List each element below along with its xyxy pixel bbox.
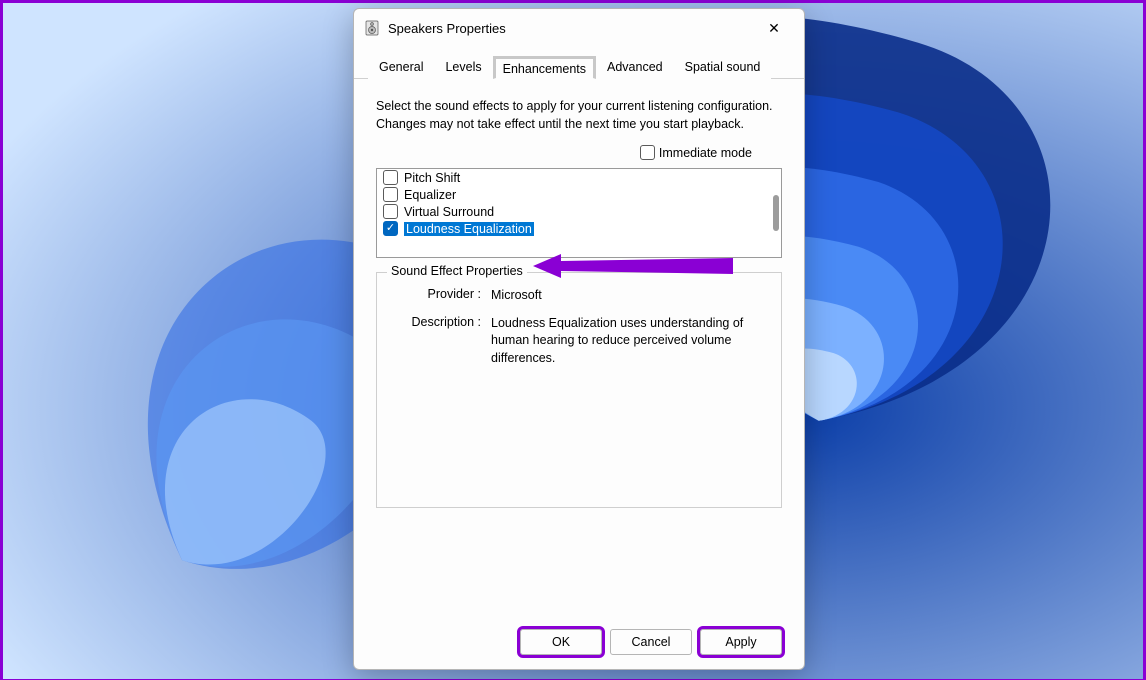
tab-advanced[interactable]: Advanced <box>596 53 674 79</box>
effect-label: Loudness Equalization <box>404 222 534 236</box>
speakers-properties-dialog: Speakers Properties ✕ General Levels Enh… <box>353 8 805 670</box>
effect-label: Virtual Surround <box>404 205 494 219</box>
description-value: Loudness Equalization uses understanding… <box>491 315 767 368</box>
immediate-mode-row: Immediate mode <box>376 145 752 160</box>
provider-value: Microsoft <box>491 287 767 305</box>
scrollbar-thumb[interactable] <box>773 195 779 231</box>
speaker-icon <box>364 20 380 36</box>
tab-levels[interactable]: Levels <box>434 53 492 79</box>
effect-checkbox[interactable] <box>383 221 398 236</box>
window-title: Speakers Properties <box>388 21 746 36</box>
effect-item-virtual-surround[interactable]: Virtual Surround <box>377 203 781 220</box>
tabs-row: General Levels Enhancements Advanced Spa… <box>354 47 804 79</box>
enhancements-description: Select the sound effects to apply for yo… <box>376 97 782 133</box>
immediate-mode-label: Immediate mode <box>659 146 752 160</box>
effects-listbox[interactable]: Pitch Shift Equalizer Virtual Surround L… <box>376 168 782 258</box>
effect-label: Equalizer <box>404 188 456 202</box>
sound-effect-properties-fieldset: Sound Effect Properties Provider : Micro… <box>376 272 782 508</box>
effect-label: Pitch Shift <box>404 171 460 185</box>
close-icon: ✕ <box>768 21 780 35</box>
ok-button[interactable]: OK <box>520 629 602 655</box>
immediate-mode-checkbox[interactable] <box>640 145 655 160</box>
titlebar: Speakers Properties ✕ <box>354 9 804 47</box>
provider-row: Provider : Microsoft <box>391 287 767 305</box>
tab-enhancements[interactable]: Enhancements <box>493 56 596 79</box>
cancel-button[interactable]: Cancel <box>610 629 692 655</box>
effect-item-equalizer[interactable]: Equalizer <box>377 186 781 203</box>
effect-checkbox[interactable] <box>383 204 398 219</box>
effect-checkbox[interactable] <box>383 187 398 202</box>
tab-body-enhancements: Select the sound effects to apply for yo… <box>354 79 804 619</box>
effect-item-loudness-equalization[interactable]: Loudness Equalization <box>377 220 781 237</box>
provider-label: Provider : <box>391 287 491 305</box>
fieldset-legend: Sound Effect Properties <box>387 264 527 278</box>
apply-button[interactable]: Apply <box>700 629 782 655</box>
description-row: Description : Loudness Equalization uses… <box>391 315 767 368</box>
effect-item-pitch-shift[interactable]: Pitch Shift <box>377 169 781 186</box>
close-button[interactable]: ✕ <box>754 13 794 43</box>
tab-spatial-sound[interactable]: Spatial sound <box>674 53 772 79</box>
dialog-button-row: OK Cancel Apply <box>354 619 804 669</box>
effect-checkbox[interactable] <box>383 170 398 185</box>
description-label: Description : <box>391 315 491 368</box>
tab-general[interactable]: General <box>368 53 434 79</box>
